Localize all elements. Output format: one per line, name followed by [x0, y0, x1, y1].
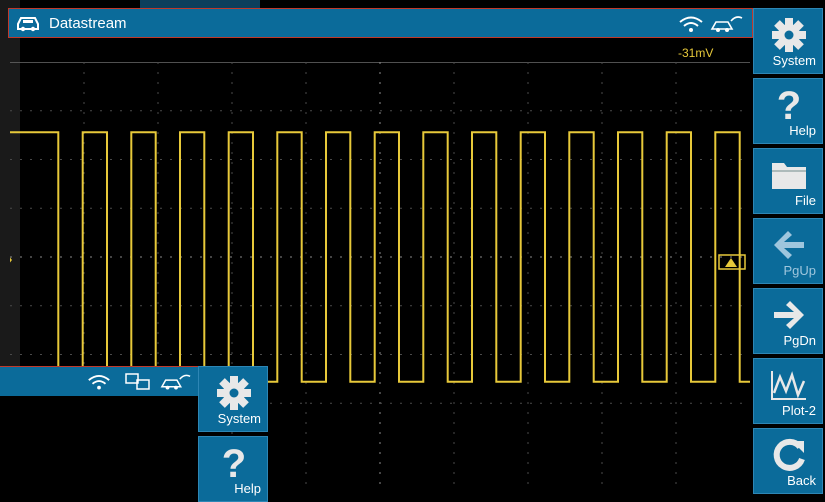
network-icon: [125, 373, 150, 390]
gear-icon: [772, 18, 806, 52]
plot2-label: Plot-2: [782, 403, 816, 418]
overlay-sidebar: System ? Help: [198, 366, 268, 502]
vehicle-connection-icon: [710, 16, 743, 32]
wifi-icon: [679, 16, 703, 32]
folder-icon: [772, 163, 806, 189]
svg-text:?: ?: [777, 85, 801, 125]
pgup-label: PgUp: [783, 263, 816, 278]
title-bar: Datastream: [8, 8, 753, 38]
svg-text:?: ?: [222, 443, 246, 483]
question-icon: ?: [222, 443, 246, 483]
background-window-top: [140, 0, 260, 8]
back-button[interactable]: Back: [753, 428, 823, 494]
arrow-left-icon: [774, 231, 804, 259]
pgdn-label: PgDn: [783, 333, 816, 348]
trigger-level-label: -31mV: [678, 46, 714, 60]
file-button[interactable]: File: [753, 148, 823, 214]
help-button[interactable]: ? Help: [753, 78, 823, 144]
window-title: Datastream: [49, 15, 127, 32]
system-button[interactable]: System: [753, 8, 823, 74]
plot-icon: [771, 371, 806, 400]
back-label: Back: [787, 473, 816, 488]
right-sidebar: System ? Help File PgUp PgDn Plot-2 Back: [753, 8, 825, 494]
back-icon: [773, 438, 805, 471]
help-label: Help: [789, 123, 816, 138]
overlay-title-bar: [0, 366, 198, 396]
car-icon: [17, 17, 39, 32]
overlay-help-button[interactable]: ? Help: [198, 436, 268, 502]
gear-icon: [217, 376, 251, 410]
plot2-button[interactable]: Plot-2: [753, 358, 823, 424]
vehicle-connection-icon: [160, 374, 191, 390]
pgup-button[interactable]: PgUp: [753, 218, 823, 284]
overlay-help-label: Help: [234, 481, 261, 496]
question-icon: ?: [777, 85, 801, 125]
overlay-system-button[interactable]: System: [198, 366, 268, 432]
overlay-system-label: System: [217, 411, 261, 426]
wifi-icon: [88, 375, 110, 390]
pgdn-button[interactable]: PgDn: [753, 288, 823, 354]
system-label: System: [772, 53, 816, 68]
arrow-right-icon: [774, 301, 804, 329]
overlay-body: [0, 396, 198, 492]
file-label: File: [795, 193, 816, 208]
